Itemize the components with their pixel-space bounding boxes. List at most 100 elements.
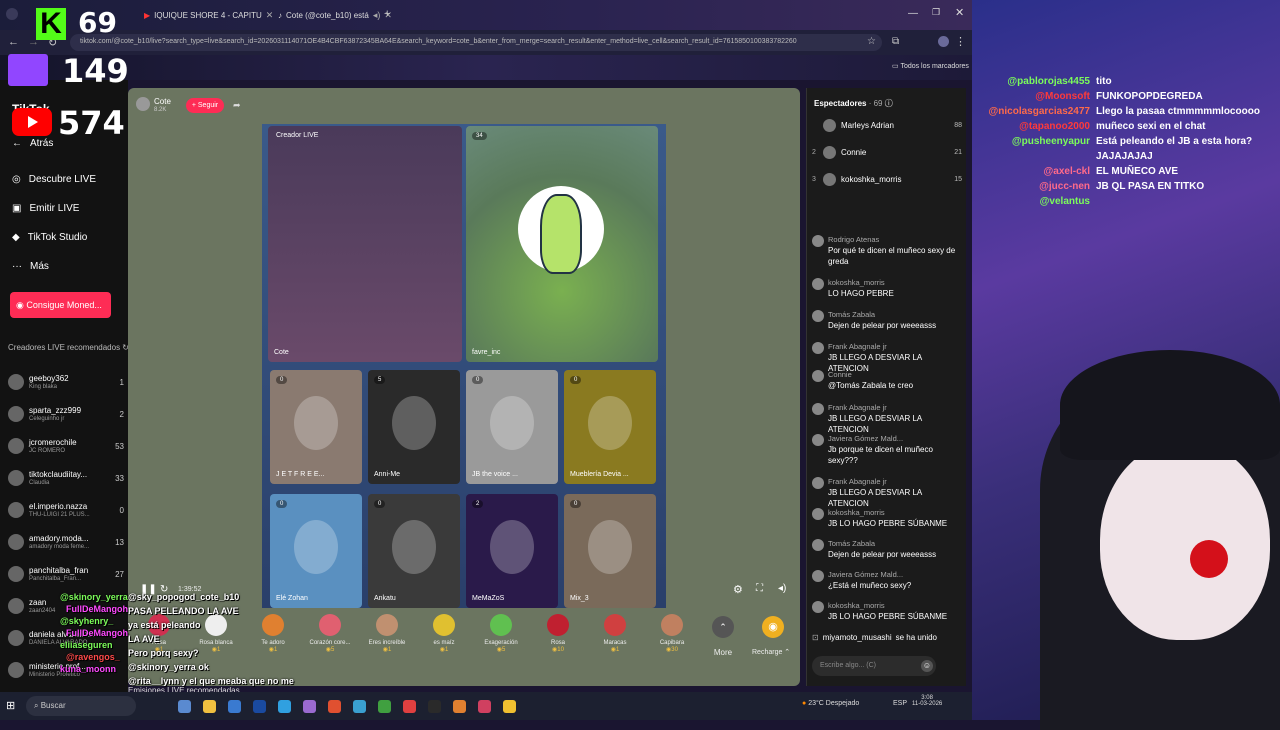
- taskbar-app-icon[interactable]: [303, 700, 316, 713]
- guest-video[interactable]: 2 MeMaZoS: [466, 494, 558, 608]
- top-viewer-row[interactable]: 2 Connie 21: [812, 143, 962, 161]
- avatar[interactable]: [812, 278, 824, 290]
- chat-username[interactable]: Frank Abagnale jr: [828, 402, 962, 413]
- url-field[interactable]: tiktok.com/@cote_b10/live?search_type=li…: [70, 34, 882, 51]
- chat-username[interactable]: Frank Abagnale jr: [828, 341, 962, 352]
- guest-video[interactable]: 0 J E T F R E E...: [270, 370, 362, 484]
- top-viewer-row[interactable]: 3 kokoshka_morris 15: [812, 170, 962, 188]
- creator-item[interactable]: geeboy362 King blaka 1: [8, 368, 124, 396]
- nav-mas[interactable]: ··· Más: [12, 261, 49, 272]
- gift-item[interactable]: Te adoro ◉1: [246, 614, 300, 653]
- browser-menu-icon[interactable]: ⋮: [955, 35, 966, 48]
- settings-gear-icon[interactable]: ⚙: [733, 583, 743, 596]
- avatar[interactable]: [812, 434, 824, 446]
- taskbar-app-icon[interactable]: [278, 700, 291, 713]
- tab-search-icon[interactable]: [6, 8, 18, 20]
- chat-username[interactable]: kokoshka_morris: [828, 600, 947, 611]
- back-arrow-icon[interactable]: ←: [8, 36, 19, 48]
- coins-button[interactable]: ◉ Consigue Moned...: [10, 292, 111, 318]
- creator-item[interactable]: tiktokclaudiitay... Claudia 33: [8, 464, 124, 492]
- chat-input[interactable]: Escribe algo... (C): [812, 656, 936, 676]
- guest-video[interactable]: 0 Elé Zohan: [270, 494, 362, 608]
- chevron-up-icon[interactable]: ⌃: [712, 616, 734, 638]
- chat-username[interactable]: Rodrigo Atenas: [828, 234, 962, 245]
- tab-iquique[interactable]: ▶ IQUIQUE SHORE 4 - CAPITU ✕: [144, 6, 273, 24]
- chat-username[interactable]: Tomás Zabala: [828, 538, 936, 549]
- gift-item[interactable]: Corazón core... ◉5: [303, 614, 357, 653]
- back-link[interactable]: ← Atrás: [12, 138, 53, 149]
- chat-username[interactable]: kokoshka_morris: [828, 277, 894, 288]
- taskbar-app-icon[interactable]: [178, 700, 191, 713]
- recharge-button[interactable]: Recharge ⌃: [752, 648, 790, 656]
- extensions-icon[interactable]: ⧉: [892, 36, 899, 47]
- chat-username[interactable]: Tomás Zabala: [828, 309, 936, 320]
- avatar[interactable]: [812, 601, 824, 613]
- gift-item[interactable]: Exageración ◉5: [474, 614, 528, 653]
- emoji-icon[interactable]: ☺: [921, 660, 933, 672]
- creator-item[interactable]: panchitalba_fran Panchitalba_Fran... 27: [8, 560, 124, 588]
- taskbar-app-icon[interactable]: [428, 700, 441, 713]
- minimize-button[interactable]: —: [908, 8, 918, 19]
- taskbar-app-icon[interactable]: [503, 700, 516, 713]
- taskbar-app-icon[interactable]: [478, 700, 491, 713]
- taskbar-app-icon[interactable]: [253, 700, 266, 713]
- more-gifts-label[interactable]: More: [708, 648, 738, 657]
- nav-emitir-live[interactable]: ▣ Emitir LIVE: [12, 203, 79, 214]
- audio-icon[interactable]: ◂): [373, 10, 381, 21]
- follow-button[interactable]: + Seguir: [186, 98, 224, 113]
- host-video[interactable]: Creador LIVE Cote: [268, 126, 462, 362]
- chat-username[interactable]: Frank Abagnale jr: [828, 476, 962, 487]
- taskbar-app-icon[interactable]: [403, 700, 416, 713]
- avatar[interactable]: [812, 477, 824, 489]
- viewers-header[interactable]: Espectadores · 69 ⓘ: [814, 98, 893, 109]
- taskbar-app-icon[interactable]: [378, 700, 391, 713]
- taskbar-app-icon[interactable]: [453, 700, 466, 713]
- chat-username[interactable]: Connie: [828, 369, 913, 380]
- avatar[interactable]: [812, 370, 824, 382]
- taskbar-app-icon[interactable]: [228, 700, 241, 713]
- volume-icon[interactable]: ◂): [778, 583, 786, 594]
- top-viewer-row[interactable]: Marleys Adrian 88: [812, 116, 962, 134]
- guest-video[interactable]: 0 Ankatu: [368, 494, 460, 608]
- gift-item[interactable]: Eres increíble ◉1: [360, 614, 414, 653]
- nav-descubre-live[interactable]: ◎ Descubre LIVE: [12, 174, 96, 185]
- close-icon[interactable]: ✕: [266, 10, 274, 21]
- avatar[interactable]: [812, 508, 824, 520]
- share-icon[interactable]: ➦: [233, 100, 241, 111]
- avatar[interactable]: [812, 235, 824, 247]
- taskbar-search[interactable]: ⌕ Buscar: [26, 696, 136, 716]
- guest-video[interactable]: 0 JB the voice ...: [466, 370, 558, 484]
- guest-video[interactable]: 0 Mix_3: [564, 494, 656, 608]
- gift-item[interactable]: es maíz ◉1: [417, 614, 471, 653]
- all-bookmarks[interactable]: ▭ Todos los marcadores: [892, 62, 969, 70]
- avatar[interactable]: [812, 403, 824, 415]
- language-indicator[interactable]: ESP: [893, 700, 907, 707]
- guest-video[interactable]: 0 Mueblería Devia ...: [564, 370, 656, 484]
- close-window-button[interactable]: ✕: [955, 6, 964, 19]
- clock[interactable]: 3:08 11-03-2026: [912, 695, 942, 707]
- gift-item[interactable]: Rosa ◉10: [531, 614, 585, 653]
- taskbar-app-icon[interactable]: [328, 700, 341, 713]
- join-user[interactable]: miyamoto_musashi: [823, 632, 892, 643]
- gift-item[interactable]: Capibara ◉30: [645, 614, 699, 653]
- chat-username[interactable]: Javiera Gómez Mald...: [828, 569, 911, 580]
- creator-item[interactable]: jcromerochile JC ROMERO 53: [8, 432, 124, 460]
- chat-username[interactable]: kokoshka_morris: [828, 507, 947, 518]
- creator-item[interactable]: el.imperio.nazza THU-LUIGI 21 PLUS... 0: [8, 496, 124, 524]
- guest-video[interactable]: 5 Anni-Me: [368, 370, 460, 484]
- nav-tiktok-studio[interactable]: ◆ TikTok Studio: [12, 232, 87, 243]
- fullscreen-icon[interactable]: ⛶: [756, 583, 763, 594]
- creator-item[interactable]: sparta_zzz999 Celeguinho jr 2: [8, 400, 124, 428]
- bookmark-star-icon[interactable]: ☆: [867, 36, 876, 47]
- profile-avatar[interactable]: [938, 36, 949, 47]
- avatar[interactable]: [812, 539, 824, 551]
- avatar[interactable]: [812, 570, 824, 582]
- new-tab-button[interactable]: +: [384, 8, 390, 20]
- taskbar-app-icon[interactable]: [353, 700, 366, 713]
- cohost-video[interactable]: 34 favre_inc: [466, 126, 658, 362]
- chat-username[interactable]: Javiera Gómez Mald...: [828, 433, 962, 444]
- gift-item[interactable]: Maracas ◉1: [588, 614, 642, 653]
- host-name[interactable]: Cote: [154, 97, 171, 106]
- avatar[interactable]: [812, 342, 824, 354]
- host-avatar[interactable]: [136, 97, 150, 111]
